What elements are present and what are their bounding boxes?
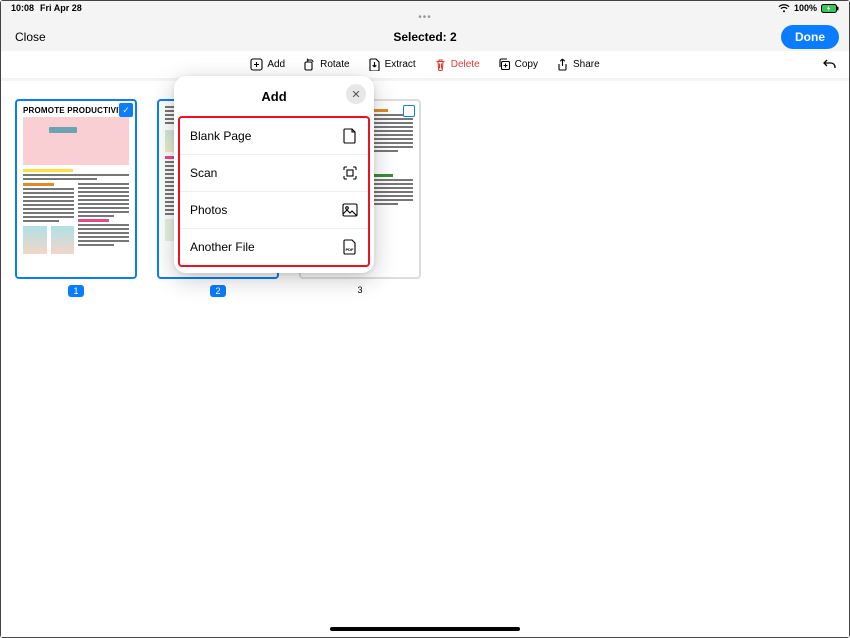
toolbar-extract-label: Extract bbox=[385, 59, 416, 70]
popover-header: Add ✕ bbox=[174, 76, 374, 116]
svg-text:PDF: PDF bbox=[346, 247, 355, 252]
app-window: 10:08 Fri Apr 28 100% ••• Close Selected… bbox=[0, 0, 850, 638]
toolbar-copy-label: Copy bbox=[515, 59, 538, 70]
popover-item-label: Blank Page bbox=[190, 129, 251, 143]
toolbar-delete[interactable]: Delete bbox=[434, 58, 480, 71]
toolbar: Add Rotate Extract Delete Copy bbox=[1, 51, 849, 79]
check-icon: ✓ bbox=[119, 103, 133, 117]
page-preview-1[interactable]: ✓ PROMOTE PRODUCTIVITY bbox=[15, 99, 137, 279]
add-popover: Add ✕ Blank Page Scan Photos bbox=[174, 76, 374, 273]
popover-close-button[interactable]: ✕ bbox=[346, 84, 366, 104]
status-right: 100% bbox=[778, 3, 839, 13]
page-number-2: 2 bbox=[210, 285, 225, 297]
popover-item-photos[interactable]: Photos bbox=[180, 192, 368, 229]
title-bar: Close Selected: 2 Done bbox=[1, 23, 849, 51]
status-date: Fri Apr 28 bbox=[40, 3, 82, 13]
toolbar-rotate[interactable]: Rotate bbox=[303, 58, 349, 71]
toolbar-delete-label: Delete bbox=[451, 59, 480, 70]
trash-icon bbox=[434, 58, 447, 71]
popover-title: Add bbox=[261, 89, 286, 104]
page-thumb-1[interactable]: ✓ PROMOTE PRODUCTIVITY bbox=[15, 99, 137, 297]
unchecked-box-icon[interactable] bbox=[403, 105, 415, 117]
toolbar-extract[interactable]: Extract bbox=[368, 58, 416, 71]
popover-item-another-file[interactable]: Another File PDF bbox=[180, 229, 368, 265]
toolbar-share[interactable]: Share bbox=[556, 58, 600, 71]
popover-list: Blank Page Scan Photos Another File bbox=[178, 116, 370, 267]
multitask-dots[interactable]: ••• bbox=[1, 15, 849, 23]
popover-item-label: Scan bbox=[190, 166, 217, 180]
status-left: 10:08 Fri Apr 28 bbox=[11, 3, 82, 13]
extract-icon bbox=[368, 58, 381, 71]
doc-image-placeholder bbox=[23, 117, 129, 165]
share-icon bbox=[556, 58, 569, 71]
page-number-1: 1 bbox=[68, 285, 83, 297]
scan-icon bbox=[342, 165, 358, 181]
popover-item-label: Photos bbox=[190, 203, 227, 217]
close-icon: ✕ bbox=[351, 88, 360, 101]
photos-icon bbox=[342, 202, 358, 218]
pdf-file-icon: PDF bbox=[342, 239, 358, 255]
toolbar-add[interactable]: Add bbox=[250, 58, 285, 71]
doc-heading: PROMOTE PRODUCTIVITY bbox=[23, 106, 129, 115]
home-indicator[interactable] bbox=[330, 627, 520, 631]
toolbar-rotate-label: Rotate bbox=[320, 59, 349, 70]
toolbar-add-label: Add bbox=[267, 59, 285, 70]
close-button[interactable]: Close bbox=[11, 26, 50, 48]
popover-item-scan[interactable]: Scan bbox=[180, 155, 368, 192]
status-time: 10:08 bbox=[11, 3, 34, 13]
thumbnail-grid: ✓ PROMOTE PRODUCTIVITY bbox=[1, 81, 849, 637]
page-number-3: 3 bbox=[357, 285, 362, 295]
done-button[interactable]: Done bbox=[781, 25, 839, 49]
page-title: Selected: 2 bbox=[393, 30, 456, 44]
wifi-icon bbox=[778, 4, 790, 13]
battery-icon bbox=[821, 4, 839, 13]
toolbar-copy[interactable]: Copy bbox=[498, 58, 538, 71]
copy-icon bbox=[498, 58, 511, 71]
add-icon bbox=[250, 58, 263, 71]
undo-button[interactable] bbox=[821, 57, 837, 71]
popover-item-label: Another File bbox=[190, 240, 255, 254]
battery-percent: 100% bbox=[794, 3, 817, 13]
toolbar-share-label: Share bbox=[573, 59, 600, 70]
rotate-icon bbox=[303, 58, 316, 71]
popover-item-blank-page[interactable]: Blank Page bbox=[180, 118, 368, 155]
blank-page-icon bbox=[342, 128, 358, 144]
